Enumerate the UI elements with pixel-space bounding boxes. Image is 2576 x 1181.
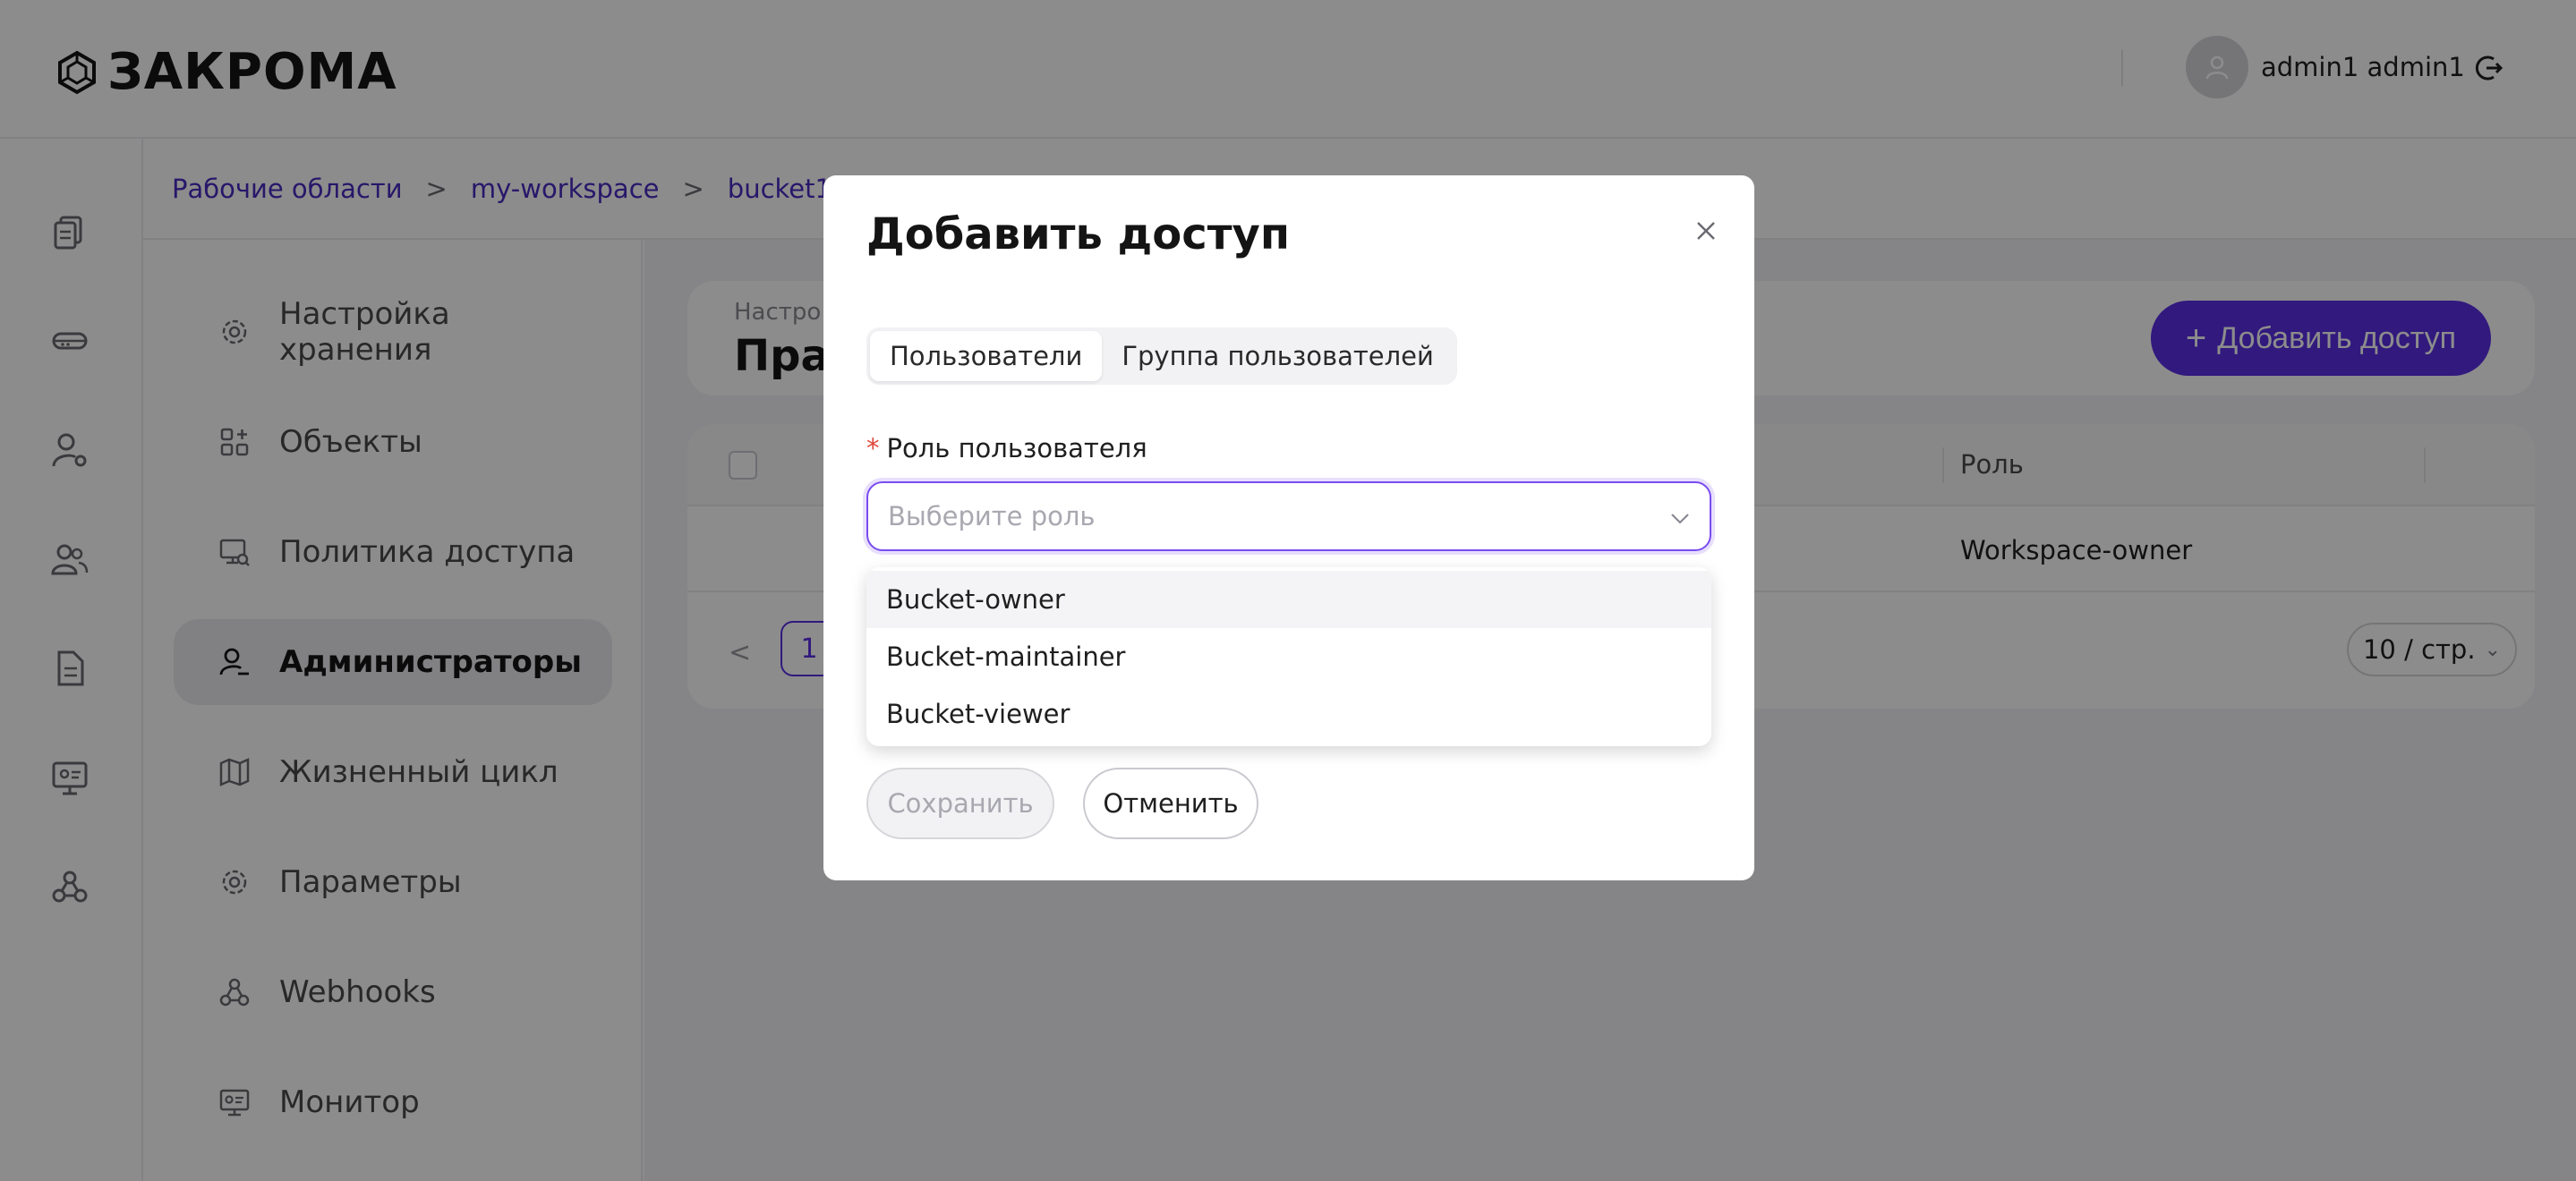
role-field-label-text: Роль пользователя [886, 433, 1147, 463]
chevron-down-icon [1671, 514, 1689, 524]
role-field-label: * Роль пользователя [866, 433, 1147, 463]
cancel-button[interactable]: Отменить [1083, 768, 1258, 839]
save-button[interactable]: Сохранить [866, 768, 1054, 839]
role-option-bucket-viewer[interactable]: Bucket-viewer [866, 685, 1711, 743]
role-option-bucket-maintainer[interactable]: Bucket-maintainer [866, 628, 1711, 685]
role-select-placeholder: Выберите роль [888, 501, 1096, 531]
tab-user-groups[interactable]: Группа пользователей [1102, 331, 1453, 381]
segmented-tabs: Пользователи Группа пользователей [866, 327, 1457, 385]
role-select[interactable]: Выберите роль [866, 481, 1711, 551]
role-dropdown: Bucket-owner Bucket-maintainer Bucket-vi… [866, 567, 1711, 746]
modal-title: Добавить доступ [866, 209, 1290, 259]
required-mark: * [866, 433, 880, 463]
role-option-bucket-owner[interactable]: Bucket-owner [866, 571, 1711, 628]
close-icon[interactable] [1692, 217, 1720, 245]
add-access-modal: Добавить доступ Пользователи Группа поль… [823, 175, 1754, 880]
tab-users[interactable]: Пользователи [870, 331, 1103, 381]
